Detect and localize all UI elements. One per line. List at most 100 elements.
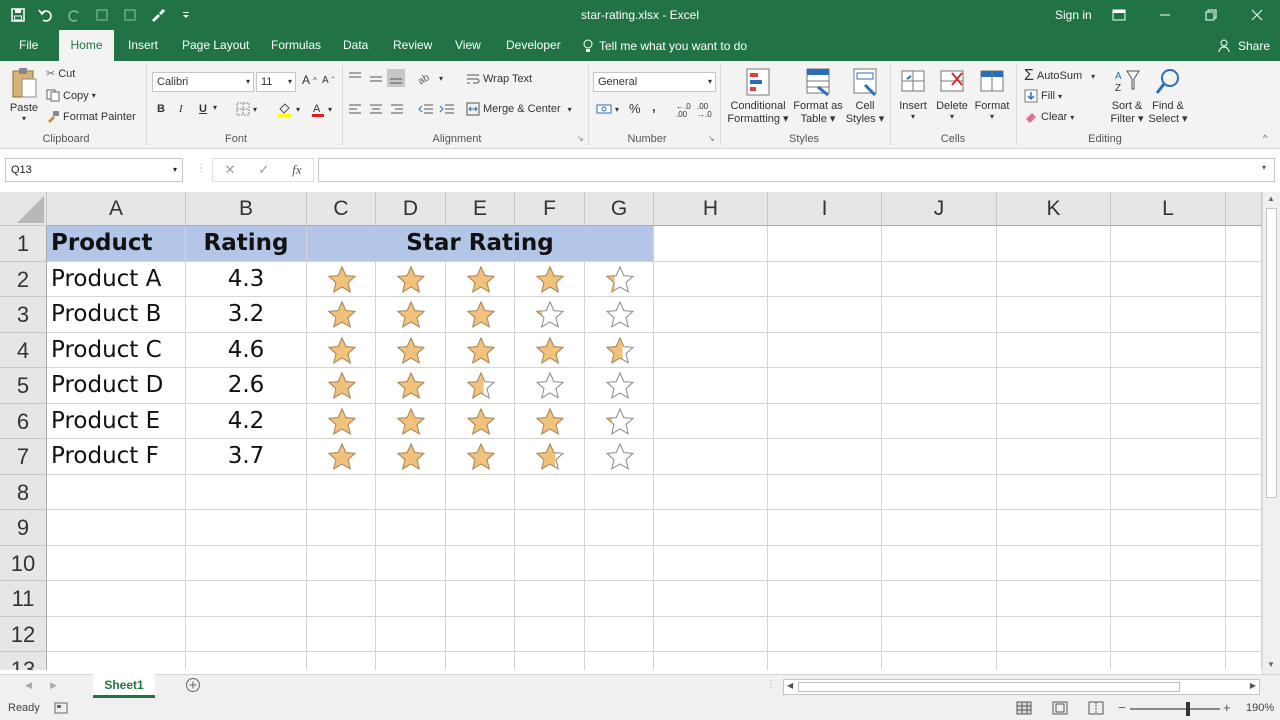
zoom-level[interactable]: 190% bbox=[1246, 702, 1274, 714]
empty-cell[interactable] bbox=[1226, 261, 1262, 297]
empty-cell[interactable] bbox=[1111, 332, 1226, 368]
alignment-launcher[interactable]: ↘ bbox=[577, 134, 584, 143]
empty-cell[interactable] bbox=[882, 368, 997, 404]
empty-cell[interactable] bbox=[768, 297, 882, 333]
empty-cell[interactable] bbox=[47, 581, 186, 617]
horizontal-scroll-thumb[interactable] bbox=[798, 682, 1180, 692]
empty-cell[interactable] bbox=[654, 226, 768, 262]
page-break-view-icon[interactable] bbox=[1088, 701, 1104, 718]
empty-cell[interactable] bbox=[654, 332, 768, 368]
empty-cell[interactable] bbox=[882, 403, 997, 439]
empty-cell[interactable] bbox=[882, 332, 997, 368]
tab-view[interactable]: View bbox=[445, 30, 491, 61]
empty-cell[interactable] bbox=[1111, 545, 1226, 581]
tell-me-search[interactable]: Tell me what you want to do bbox=[583, 39, 747, 53]
zoom-in-icon[interactable]: + bbox=[1223, 700, 1231, 715]
empty-cell[interactable] bbox=[585, 474, 654, 510]
row-header-4[interactable]: 4 bbox=[0, 332, 47, 368]
tab-developer[interactable]: Developer bbox=[496, 30, 571, 61]
empty-cell[interactable] bbox=[1111, 616, 1226, 652]
empty-cell[interactable] bbox=[446, 581, 515, 617]
cut-button[interactable]: ✂ Cut bbox=[46, 67, 75, 81]
wrap-text-button[interactable]: Wrap Text bbox=[466, 73, 532, 85]
rating-cell[interactable]: 3.7 bbox=[186, 439, 307, 475]
empty-cell[interactable] bbox=[307, 474, 376, 510]
paste-button[interactable]: Paste ▾ bbox=[8, 67, 40, 123]
empty-cell[interactable] bbox=[997, 297, 1111, 333]
ribbon-display-options-icon[interactable] bbox=[1096, 0, 1142, 30]
header-product[interactable]: Product bbox=[47, 226, 186, 262]
underline-dropdown[interactable]: ▾ bbox=[213, 103, 217, 112]
middle-align-button[interactable] bbox=[369, 73, 383, 85]
empty-cell[interactable] bbox=[47, 616, 186, 652]
rating-cell[interactable]: 3.2 bbox=[186, 297, 307, 333]
empty-cell[interactable] bbox=[1111, 581, 1226, 617]
sign-in-link[interactable]: Sign in bbox=[1055, 8, 1092, 22]
increase-indent-button[interactable] bbox=[439, 103, 455, 115]
empty-cell[interactable] bbox=[376, 510, 446, 546]
empty-cell[interactable] bbox=[882, 545, 997, 581]
product-cell[interactable]: Product B bbox=[47, 297, 186, 333]
empty-cell[interactable] bbox=[446, 616, 515, 652]
tab-page-layout[interactable]: Page Layout bbox=[172, 30, 259, 61]
empty-cell[interactable] bbox=[654, 368, 768, 404]
font-color-button[interactable]: A ▾ bbox=[311, 101, 332, 117]
column-header-g[interactable]: G bbox=[585, 192, 654, 226]
empty-cell[interactable] bbox=[1226, 226, 1262, 262]
new-sheet-icon[interactable] bbox=[185, 677, 201, 696]
row-header-7[interactable]: 7 bbox=[0, 439, 47, 475]
empty-cell[interactable] bbox=[654, 474, 768, 510]
column-header-k[interactable]: K bbox=[997, 192, 1111, 226]
tab-formulas[interactable]: Formulas bbox=[261, 30, 331, 61]
empty-cell[interactable] bbox=[307, 510, 376, 546]
row-header-13[interactable]: 13 bbox=[0, 652, 47, 670]
empty-cell[interactable] bbox=[446, 545, 515, 581]
name-box[interactable]: Q13 ▾ bbox=[5, 158, 183, 182]
enter-icon[interactable]: ✓ bbox=[258, 162, 269, 178]
format-as-table-button[interactable]: Format as Table ▾ bbox=[791, 67, 845, 125]
align-left-button[interactable] bbox=[348, 103, 362, 115]
empty-cell[interactable] bbox=[376, 616, 446, 652]
empty-cell[interactable] bbox=[446, 510, 515, 546]
empty-cell[interactable] bbox=[376, 581, 446, 617]
column-header-d[interactable]: D bbox=[376, 192, 446, 226]
empty-cell[interactable] bbox=[997, 439, 1111, 475]
column-header-l[interactable]: L bbox=[1111, 192, 1226, 226]
empty-cell[interactable] bbox=[882, 297, 997, 333]
empty-cell[interactable] bbox=[654, 510, 768, 546]
macro-record-icon[interactable] bbox=[54, 702, 68, 717]
empty-cell[interactable] bbox=[186, 474, 307, 510]
decrease-indent-button[interactable] bbox=[418, 103, 434, 115]
cell-styles-button[interactable]: Cell Styles ▾ bbox=[845, 67, 885, 125]
empty-cell[interactable] bbox=[515, 510, 585, 546]
row-header-9[interactable]: 9 bbox=[0, 510, 47, 546]
top-align-button[interactable] bbox=[348, 71, 362, 83]
empty-cell[interactable] bbox=[768, 261, 882, 297]
column-header-f[interactable]: F bbox=[515, 192, 585, 226]
autosum-button[interactable]: Σ AutoSum ▾ bbox=[1024, 67, 1095, 85]
next-sheet-icon[interactable]: ▶ bbox=[50, 680, 57, 691]
empty-cell[interactable] bbox=[997, 581, 1111, 617]
borders-button[interactable]: ▾ bbox=[236, 102, 257, 116]
row-header-5[interactable]: 5 bbox=[0, 368, 47, 404]
product-cell[interactable]: Product A bbox=[47, 261, 186, 297]
tab-file[interactable]: File bbox=[9, 30, 48, 61]
empty-cell[interactable] bbox=[768, 581, 882, 617]
product-cell[interactable]: Product E bbox=[47, 403, 186, 439]
empty-cell[interactable] bbox=[997, 510, 1111, 546]
empty-cell[interactable] bbox=[446, 652, 515, 670]
empty-cell[interactable] bbox=[882, 510, 997, 546]
column-header-b[interactable]: B bbox=[186, 192, 307, 226]
empty-cell[interactable] bbox=[1111, 226, 1226, 262]
empty-cell[interactable] bbox=[1226, 616, 1262, 652]
tab-split-grip-icon[interactable]: ⋮ bbox=[766, 679, 776, 690]
sheet-tab-sheet1[interactable]: Sheet1 bbox=[93, 674, 155, 698]
empty-cell[interactable] bbox=[997, 545, 1111, 581]
horizontal-scrollbar[interactable]: ◀ ▶ bbox=[783, 679, 1260, 695]
product-cell[interactable]: Product F bbox=[47, 439, 186, 475]
empty-cell[interactable] bbox=[882, 474, 997, 510]
empty-cell[interactable] bbox=[882, 581, 997, 617]
empty-cell[interactable] bbox=[47, 545, 186, 581]
insert-cells-button[interactable]: Insert ▾ bbox=[895, 67, 931, 121]
font-name-select[interactable]: Calibri ▾ bbox=[152, 72, 254, 92]
